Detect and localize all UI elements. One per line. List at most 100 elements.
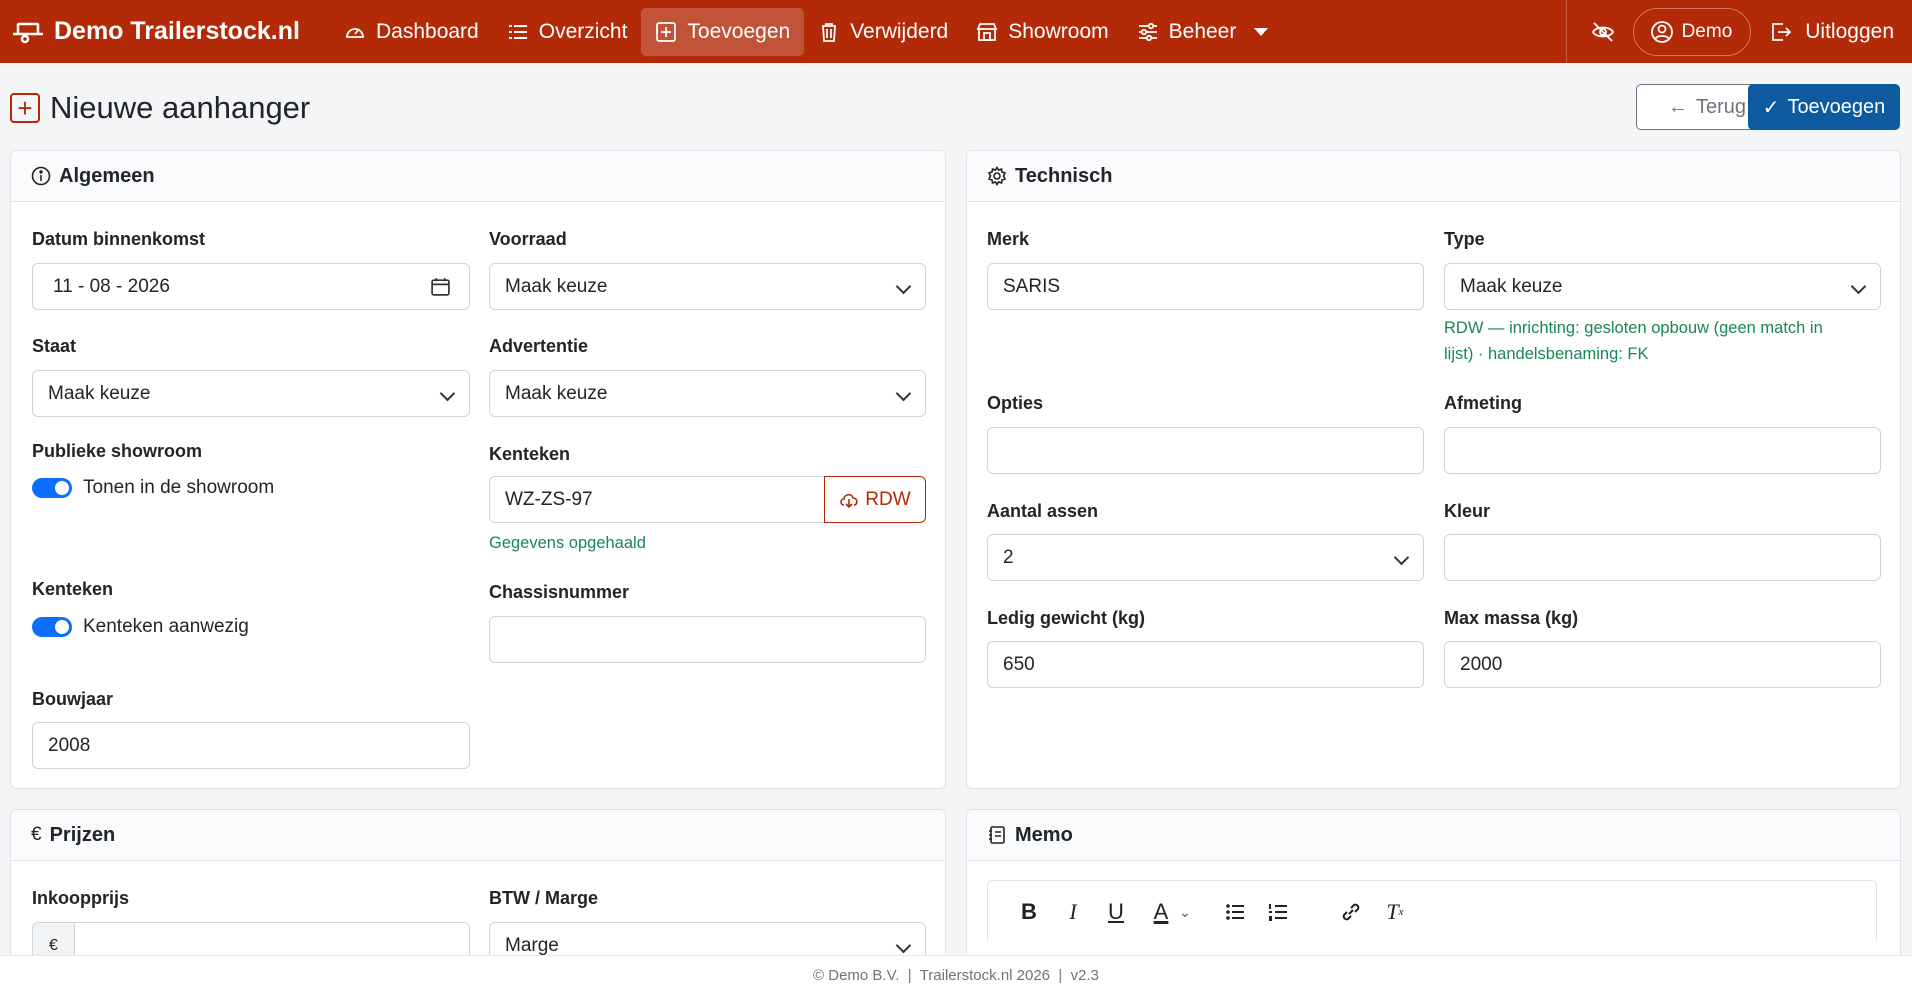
sliders-icon bbox=[1138, 22, 1157, 41]
rdw-lookup-button[interactable]: RDW bbox=[824, 476, 926, 523]
add-label: Toevoegen bbox=[1787, 95, 1886, 118]
page-title: Nieuwe aanhanger bbox=[50, 90, 311, 125]
euro-icon: € bbox=[31, 824, 42, 845]
showroom-toggle-label: Tonen in de showroom bbox=[83, 477, 275, 498]
brand-name: Demo Trailerstock.nl bbox=[54, 17, 300, 45]
chassis-input[interactable] bbox=[489, 616, 926, 663]
afmeting-label: Afmeting bbox=[1444, 393, 1522, 413]
card-title: Technisch bbox=[1015, 164, 1113, 187]
italic-icon[interactable]: I bbox=[1060, 899, 1086, 925]
kenteken-label: Kenteken bbox=[489, 444, 571, 464]
nav-toevoegen[interactable]: Toevoegen bbox=[641, 7, 805, 56]
datum-value: 11 - 08 - 2026 bbox=[53, 275, 170, 297]
kleur-input[interactable] bbox=[1444, 534, 1881, 581]
ledig-gewicht-input[interactable]: 650 bbox=[987, 641, 1424, 688]
bouwjaar-value: 2008 bbox=[48, 734, 91, 756]
chevron-down-icon bbox=[1393, 549, 1410, 566]
speedometer-icon bbox=[346, 27, 364, 38]
staat-select[interactable]: Maak keuze bbox=[32, 370, 470, 417]
afmeting-input[interactable] bbox=[1444, 427, 1881, 474]
type-select[interactable]: Maak keuze bbox=[1444, 263, 1881, 310]
ledig-gewicht-label: Ledig gewicht (kg) bbox=[987, 608, 1146, 628]
logout-icon bbox=[1772, 22, 1792, 41]
max-massa-input[interactable]: 2000 bbox=[1444, 641, 1881, 688]
kenteken-toggle-label: Kenteken aanwezig bbox=[83, 616, 249, 637]
nav-label: Toevoegen bbox=[687, 19, 791, 43]
shop-icon bbox=[976, 22, 998, 41]
card-header: Memo bbox=[967, 810, 1900, 861]
card-algemeen: Algemeen Datum binnenkomst 11 - 08 - 202… bbox=[10, 150, 946, 789]
datum-input[interactable]: 11 - 08 - 2026 bbox=[32, 263, 470, 310]
advertentie-select[interactable]: Maak keuze bbox=[489, 370, 926, 417]
link-icon[interactable] bbox=[1338, 899, 1364, 925]
bouwjaar-label: Bouwjaar bbox=[32, 689, 114, 709]
add-button[interactable]: ✓ Toevoegen bbox=[1748, 84, 1900, 130]
chevron-down-icon[interactable]: ⌄ bbox=[1172, 899, 1198, 925]
gear-icon bbox=[987, 166, 1007, 186]
advertentie-value: Maak keuze bbox=[505, 382, 608, 404]
datum-label: Datum binnenkomst bbox=[32, 229, 206, 249]
calendar-icon[interactable] bbox=[430, 276, 451, 297]
bold-icon[interactable]: B bbox=[1016, 899, 1042, 925]
chevron-down-icon bbox=[895, 937, 912, 954]
nav-overzicht[interactable]: Overzicht bbox=[493, 8, 642, 56]
brand[interactable]: Demo Trailerstock.nl bbox=[0, 17, 330, 46]
list-icon bbox=[508, 24, 527, 39]
nav-beheer[interactable]: Beheer bbox=[1123, 8, 1251, 56]
chevron-down-icon bbox=[895, 385, 912, 402]
editor-toolbar: B I U A ⌄ Tx bbox=[987, 880, 1877, 940]
bouwjaar-input[interactable]: 2008 bbox=[32, 722, 470, 769]
chassis-label: Chassisnummer bbox=[489, 582, 630, 602]
user-circle-icon bbox=[1650, 20, 1673, 43]
beheer-dropdown-caret-icon[interactable] bbox=[1254, 27, 1269, 36]
nav-label: Beheer bbox=[1168, 19, 1237, 43]
showroom-label: Publieke showroom bbox=[32, 441, 203, 461]
logout-button[interactable]: Uitloggen bbox=[1769, 20, 1912, 44]
merk-value: SARIS bbox=[1003, 275, 1061, 297]
nav-label: Verwijderd bbox=[850, 19, 949, 43]
numbered-list-icon[interactable] bbox=[1265, 899, 1291, 925]
underline-icon[interactable]: U bbox=[1103, 899, 1129, 925]
kenteken-toggle[interactable] bbox=[32, 617, 72, 637]
journal-icon bbox=[989, 826, 1005, 844]
staat-label: Staat bbox=[32, 336, 77, 356]
hide-prices-button[interactable] bbox=[1581, 10, 1625, 54]
voorraad-select[interactable]: Maak keuze bbox=[489, 263, 926, 310]
ledig-gewicht-value: 650 bbox=[1003, 653, 1035, 675]
merk-input[interactable]: SARIS bbox=[987, 263, 1424, 310]
arrow-left-icon: ← bbox=[1667, 95, 1688, 118]
chevron-down-icon bbox=[1850, 278, 1867, 295]
kenteken-input[interactable]: WZ-ZS-97 bbox=[489, 476, 825, 523]
nav-dashboard[interactable]: Dashboard bbox=[330, 8, 493, 56]
bullet-list-icon[interactable] bbox=[1222, 899, 1248, 925]
user-menu-button[interactable]: Demo bbox=[1632, 7, 1752, 56]
footer: © Demo B.V. | Trailerstock.nl 2026 | v2.… bbox=[0, 955, 1912, 995]
assen-select[interactable]: 2 bbox=[987, 534, 1424, 581]
kenteken-value: WZ-ZS-97 bbox=[505, 488, 593, 510]
nav-label: Showroom bbox=[1008, 19, 1109, 43]
nav-showroom[interactable]: Showroom bbox=[962, 8, 1122, 56]
rdw-label: RDW bbox=[865, 488, 911, 510]
card-technisch: Technisch Merk SARIS Type Maak keuze RDW… bbox=[966, 150, 1901, 789]
opties-label: Opties bbox=[987, 393, 1044, 413]
card-header: € Prijzen bbox=[11, 810, 945, 861]
max-massa-label: Max massa (kg) bbox=[1444, 608, 1579, 628]
advertentie-label: Advertentie bbox=[489, 336, 589, 356]
card-title: Prijzen bbox=[49, 823, 116, 846]
opties-input[interactable] bbox=[987, 427, 1424, 474]
type-value: Maak keuze bbox=[1460, 275, 1563, 297]
btw-marge-value: Marge bbox=[505, 934, 559, 956]
type-help-line-1: RDW — inrichting: gesloten opbouw (geen … bbox=[1444, 319, 1823, 337]
voorraad-value: Maak keuze bbox=[505, 275, 608, 297]
navbar-right: Demo Uitloggen bbox=[1565, 0, 1912, 63]
card-title: Algemeen bbox=[59, 164, 155, 187]
merk-label: Merk bbox=[987, 229, 1030, 249]
info-circle-icon bbox=[31, 166, 51, 186]
nav-verwijderd[interactable]: Verwijderd bbox=[804, 8, 962, 56]
text-color-icon[interactable]: A bbox=[1148, 899, 1174, 925]
voorraad-label: Voorraad bbox=[489, 229, 567, 249]
showroom-toggle[interactable] bbox=[32, 478, 72, 498]
clear-format-icon[interactable]: Tx bbox=[1382, 899, 1408, 925]
assen-value: 2 bbox=[1003, 546, 1014, 568]
navbar: Demo Trailerstock.nl Dashboard Overzicht… bbox=[0, 0, 1912, 63]
